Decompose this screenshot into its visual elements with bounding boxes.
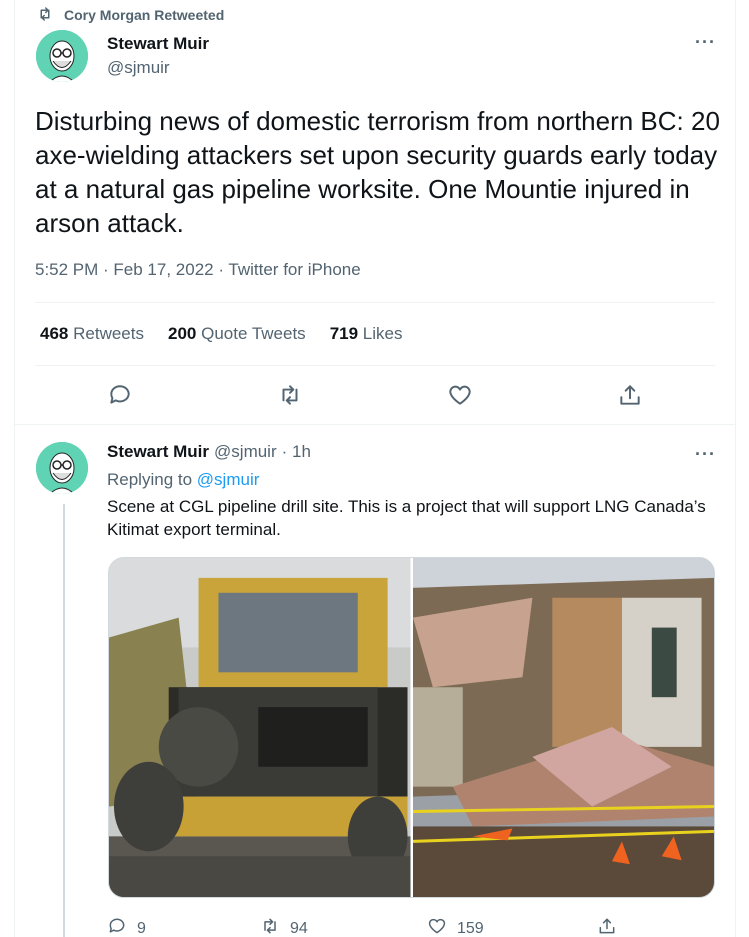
avatar[interactable] — [36, 30, 88, 82]
divider — [35, 302, 715, 303]
reply-icon[interactable] — [107, 382, 135, 410]
share-icon[interactable] — [617, 382, 645, 410]
tweet-timestamp[interactable]: 5:52 PM · Feb 17, 2022 · Twitter for iPh… — [35, 260, 361, 280]
reply-tweet-actions: 9 94 159 — [107, 916, 627, 937]
tweet-time[interactable]: · 1h — [282, 442, 311, 462]
tweet-actions — [107, 382, 647, 410]
quote-tweets-stat[interactable]: 200 Quote Tweets — [168, 324, 306, 344]
divider — [15, 424, 736, 425]
reply-button[interactable]: 9 — [107, 916, 146, 937]
tweet-stats: 468 Retweets 200 Quote Tweets 719 Likes — [40, 324, 402, 344]
share-icon — [597, 916, 617, 937]
more-options-button[interactable]: ··· — [695, 444, 716, 465]
like-icon — [427, 916, 447, 937]
reply-icon — [107, 916, 127, 937]
author-name[interactable]: Stewart Muir — [107, 442, 209, 462]
retweet-icon — [260, 916, 280, 937]
divider — [35, 365, 715, 366]
retweet-banner[interactable]: Cory Morgan Retweeted — [36, 6, 224, 24]
author-name[interactable]: Stewart Muir — [107, 34, 209, 54]
like-count: 159 — [457, 919, 484, 937]
author-handle[interactable]: @sjmuir — [107, 58, 170, 78]
replying-to: Replying to @sjmuir — [107, 470, 260, 489]
retweet-count: 94 — [290, 919, 308, 937]
share-button[interactable] — [597, 916, 617, 937]
author-handle[interactable]: @sjmuir — [214, 442, 277, 462]
retweets-stat[interactable]: 468 Retweets — [40, 324, 144, 344]
like-icon[interactable] — [447, 382, 475, 410]
more-options-button[interactable]: ··· — [695, 32, 716, 53]
reply-count: 9 — [137, 919, 146, 937]
destroyed-building-photo[interactable] — [412, 558, 714, 897]
reply-header: Stewart Muir @sjmuir · 1h — [107, 442, 311, 462]
tweet-text: Scene at CGL pipeline drill site. This i… — [107, 497, 706, 539]
like-button[interactable]: 159 — [427, 916, 484, 937]
media-grid — [108, 557, 715, 898]
thread-line — [63, 504, 65, 937]
damaged-truck-photo[interactable] — [109, 558, 411, 897]
tweet-text: Disturbing news of domestic terrorism fr… — [35, 106, 720, 238]
avatar[interactable] — [36, 442, 88, 494]
replying-to-link[interactable]: @sjmuir — [197, 470, 260, 489]
retweet-button[interactable]: 94 — [260, 916, 308, 937]
retweet-banner-label: Cory Morgan Retweeted — [64, 7, 225, 23]
likes-stat[interactable]: 719 Likes — [330, 324, 403, 344]
retweet-icon[interactable] — [277, 382, 305, 410]
retweet-icon — [36, 5, 54, 26]
